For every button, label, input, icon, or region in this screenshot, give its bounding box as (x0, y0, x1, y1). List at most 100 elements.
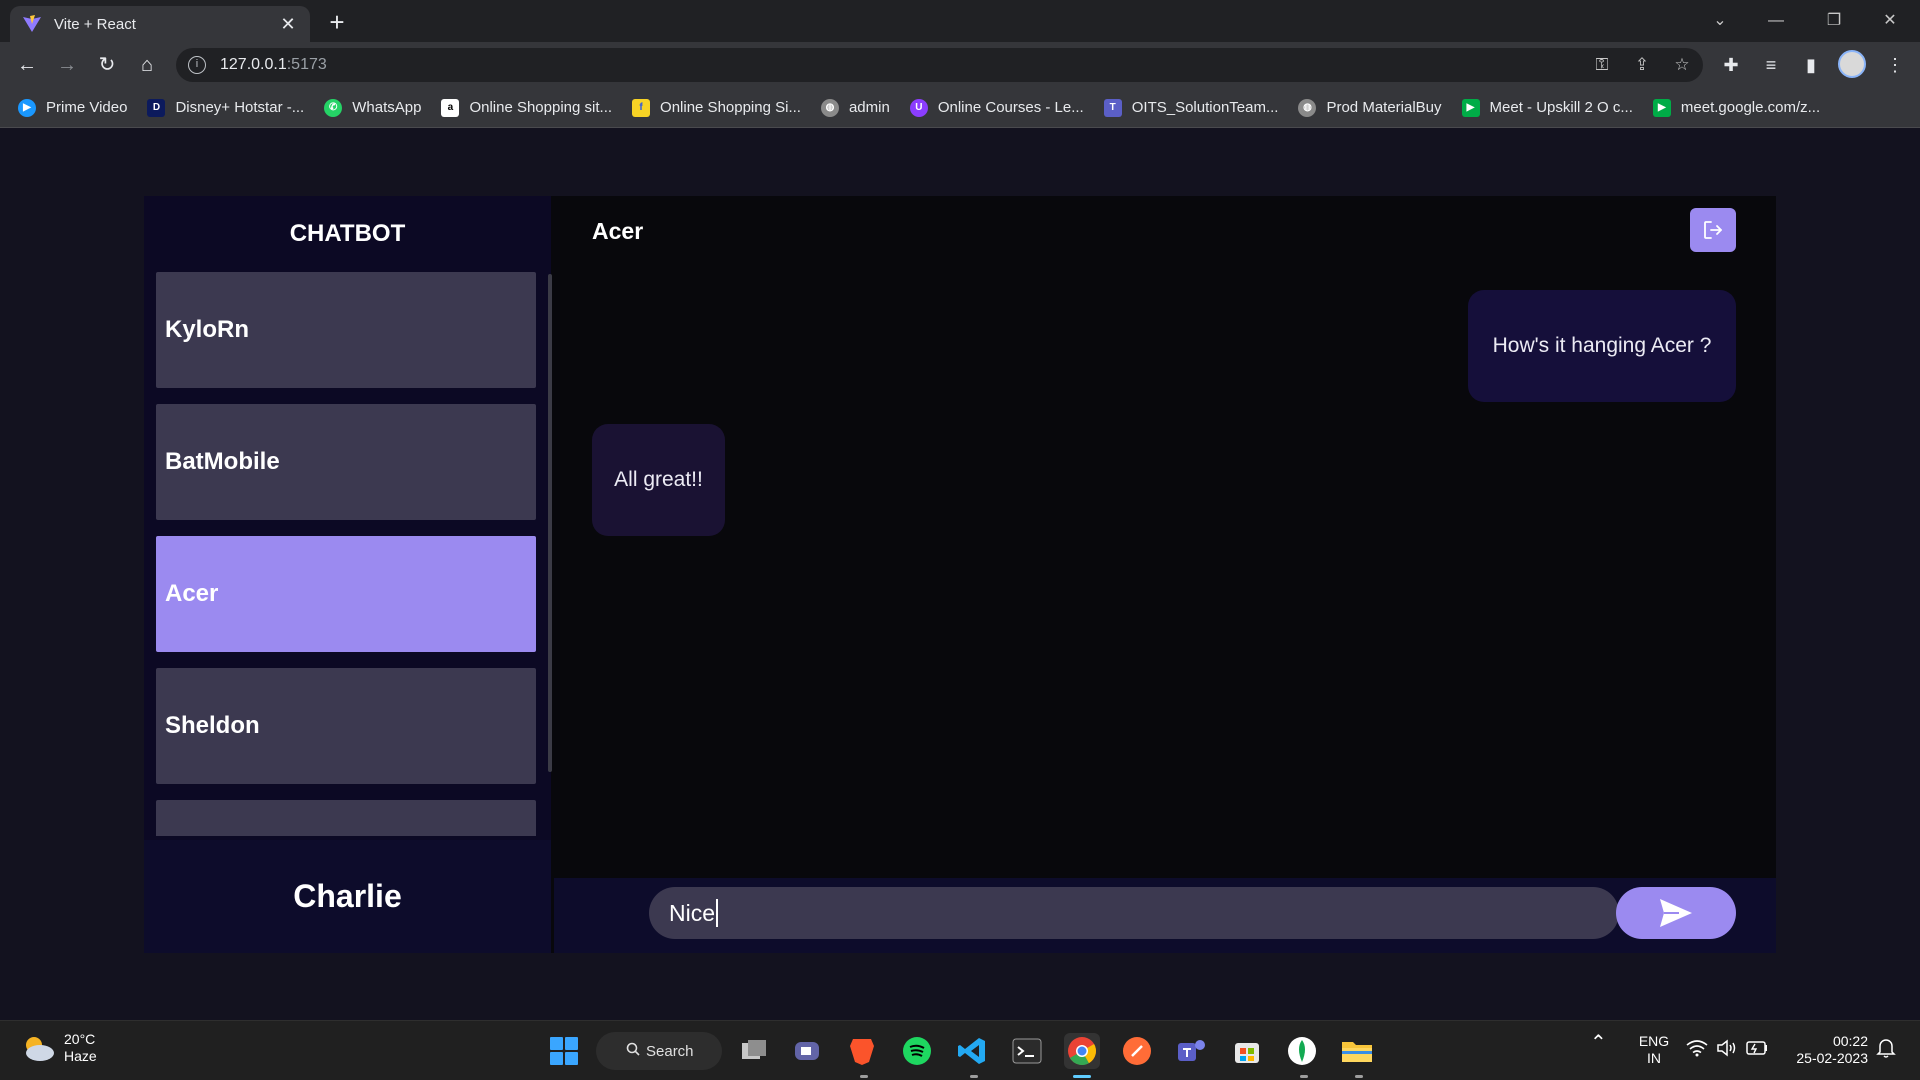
menu-kebab-icon[interactable]: ⋮ (1880, 50, 1910, 80)
brave-browser-icon[interactable] (844, 1033, 880, 1069)
bookmark-favicon-icon: ▶ (18, 98, 36, 117)
minimize-button[interactable]: — (1756, 6, 1796, 36)
forward-arrow-icon[interactable]: → (52, 50, 82, 80)
bookmark-favicon-icon: f (632, 98, 651, 117)
language-indicator[interactable]: ENG IN (1634, 1033, 1674, 1067)
bookmark-item[interactable]: U Online Courses - Le... (909, 98, 1084, 117)
teams-chat-icon[interactable] (789, 1033, 825, 1069)
mongodb-compass-icon[interactable] (1284, 1033, 1320, 1069)
task-view-icon[interactable] (736, 1033, 772, 1069)
bookmark-item[interactable]: ▶ Meet - Upskill 2 O c... (1461, 98, 1633, 117)
language-code: ENG (1638, 1033, 1670, 1049)
profile-avatar[interactable] (1838, 50, 1866, 78)
message-input[interactable]: Nice (649, 887, 1619, 939)
microsoft-store-icon[interactable] (1229, 1033, 1265, 1069)
windows-start-icon[interactable] (550, 1037, 578, 1065)
contact-item[interactable] (156, 800, 536, 836)
key-icon[interactable]: ⚿ (1588, 50, 1616, 80)
teams-icon[interactable] (1174, 1033, 1210, 1069)
clock[interactable]: 00:22 25-02-2023 (1784, 1033, 1868, 1067)
close-window-button[interactable]: ✕ (1870, 6, 1910, 36)
contact-item[interactable]: BatMobile (156, 404, 536, 520)
bookmark-label: Prime Video (46, 99, 128, 116)
weather-haze-icon (20, 1033, 56, 1063)
send-icon (1660, 899, 1692, 927)
search-icon (626, 1042, 640, 1056)
back-arrow-icon[interactable]: ← (12, 50, 42, 80)
restore-button[interactable]: ❐ (1814, 6, 1854, 36)
chrome-icon[interactable] (1064, 1033, 1100, 1069)
contact-list-scrollbar[interactable] (548, 274, 552, 772)
vscode-icon[interactable] (954, 1033, 990, 1069)
bookmark-label: Online Shopping Si... (660, 99, 801, 116)
address-bar[interactable]: i 127.0.0.1 :5173 (176, 48, 1703, 82)
app-title: CHATBOT (289, 220, 406, 247)
postman-icon[interactable] (1119, 1033, 1155, 1069)
bookmark-item[interactable]: a Online Shopping sit... (441, 98, 613, 117)
vite-logo-icon (22, 14, 42, 34)
windows-taskbar: 20°C Haze Search ⌃ ENG IN 00:22 25-02-20… (0, 1020, 1920, 1080)
bookmarks-bar: ▶ Prime Video D Disney+ Hotstar -... ✆ What… (0, 88, 1920, 128)
tab-search-icon[interactable]: ⌄ (1700, 6, 1740, 36)
logout-button[interactable] (1690, 208, 1736, 252)
contact-item[interactable]: KyloRn (156, 272, 536, 388)
taskbar-active-indicator (1073, 1075, 1091, 1078)
share-icon[interactable]: ⇪ (1628, 50, 1656, 80)
new-tab-button[interactable]: + (322, 8, 352, 38)
bookmark-label: admin (848, 99, 890, 116)
bookmark-item[interactable]: ◍ Prod MaterialBuy (1298, 98, 1442, 117)
bookmark-favicon-icon: a (441, 98, 460, 117)
media-icon[interactable]: ≡ (1756, 50, 1786, 80)
tab-title: Vite + React (54, 15, 136, 33)
reload-icon[interactable]: ↻ (92, 50, 122, 80)
send-button[interactable] (1616, 887, 1736, 939)
side-panel-icon[interactable]: ▮ (1796, 50, 1826, 80)
weather-temperature: 20°C (64, 1031, 96, 1047)
bookmark-item[interactable]: ◍ admin (820, 98, 890, 117)
browser-tab[interactable]: Vite + React ✕ (10, 6, 310, 42)
notifications-bell-icon[interactable] (1876, 1037, 1896, 1063)
taskbar-search[interactable]: Search (596, 1032, 722, 1070)
bookmark-item[interactable]: ▶ Prime Video (18, 98, 128, 117)
bookmark-favicon-icon: ▶ (1461, 98, 1480, 117)
contact-item[interactable]: Sheldon (156, 668, 536, 784)
bookmark-favicon-icon: T (1103, 98, 1122, 117)
bookmark-label: Online Shopping sit... (469, 99, 613, 116)
message-input-value: Nice (669, 899, 716, 926)
wifi-icon[interactable] (1686, 1039, 1708, 1061)
clock-date: 25-02-2023 (1796, 1050, 1868, 1066)
tab-close-icon[interactable]: ✕ (278, 14, 298, 35)
url-host: 127.0.0.1 (220, 56, 287, 73)
battery-icon[interactable] (1746, 1041, 1768, 1059)
bookmark-item[interactable]: ✆ WhatsApp (324, 98, 421, 117)
text-caret (716, 899, 718, 927)
bookmark-label: OITS_SolutionTeam... (1131, 99, 1279, 116)
taskbar-search-label: Search (646, 1042, 694, 1060)
show-hidden-icons-chevron-icon[interactable]: ⌃ (1590, 1033, 1607, 1053)
bookmark-favicon-icon: D (147, 98, 166, 117)
home-icon[interactable]: ⌂ (132, 50, 162, 80)
bookmark-item[interactable]: D Disney+ Hotstar -... (147, 98, 304, 117)
current-user-name: Charlie (144, 840, 551, 953)
chat-app: CHATBOT KyloRn BatMobile Acer Sheldon Ch… (144, 196, 1776, 953)
bookmark-favicon-icon: ◍ (1298, 98, 1317, 117)
site-info-icon[interactable]: i (188, 56, 206, 74)
bookmark-item[interactable]: ▶ meet.google.com/z... (1652, 98, 1820, 117)
taskbar-running-indicator (970, 1075, 978, 1078)
weather-widget[interactable]: 20°C Haze (20, 1031, 97, 1065)
bookmark-star-icon[interactable]: ☆ (1668, 50, 1696, 80)
contact-item-active[interactable]: Acer (156, 536, 536, 652)
browser-tab-strip: Vite + React ✕ + ⌄ — ❐ ✕ (0, 0, 1920, 42)
taskbar-running-indicator (860, 1075, 868, 1078)
file-explorer-icon[interactable] (1339, 1033, 1375, 1069)
region-code: IN (1647, 1050, 1661, 1066)
volume-icon[interactable] (1716, 1039, 1738, 1061)
bookmark-favicon-icon: ▶ (1652, 98, 1671, 117)
bookmark-item[interactable]: f Online Shopping Si... (632, 98, 801, 117)
spotify-icon[interactable] (899, 1033, 935, 1069)
bookmark-label: Online Courses - Le... (937, 99, 1084, 116)
sent-message-bubble: How's it hanging Acer ? (1468, 290, 1736, 402)
extensions-icon[interactable]: ✚ (1716, 50, 1746, 80)
terminal-icon[interactable] (1009, 1033, 1045, 1069)
bookmark-item[interactable]: T OITS_SolutionTeam... (1103, 98, 1279, 117)
